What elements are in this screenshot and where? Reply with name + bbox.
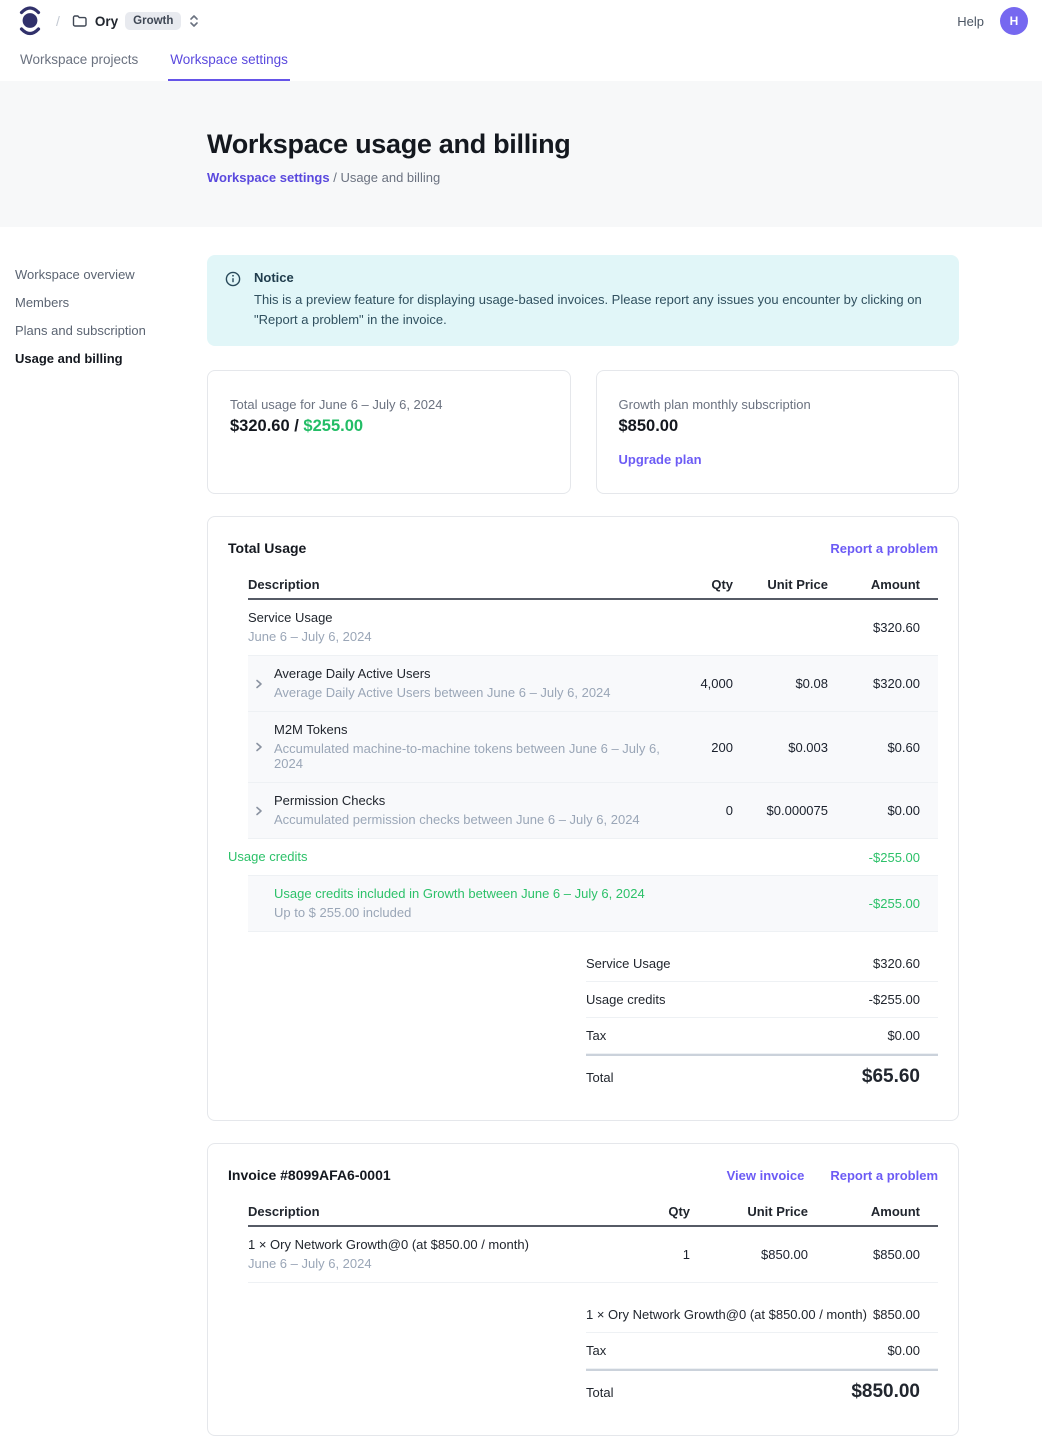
table-row-usage-credits: Usage credits -$255.00 (248, 839, 938, 876)
notice-body: This is a preview feature for displaying… (254, 290, 941, 330)
workspace-switcher-chevrons-icon (188, 14, 200, 28)
sidebar-item-members[interactable]: Members (15, 289, 207, 317)
amount-cell: $0.00 (846, 803, 938, 818)
amount-cell: $320.00 (846, 676, 938, 691)
table-row-usage-credits-included: Usage credits included in Growth between… (248, 876, 938, 932)
invoice-title: Invoice #8099AFA6-0001 (228, 1167, 391, 1183)
totals-row-tax: Tax $0.00 (586, 1333, 938, 1369)
breadcrumb-settings-link[interactable]: Workspace settings (207, 170, 330, 185)
table-row-average-daily-active-users[interactable]: Average Daily Active Users Average Daily… (248, 656, 938, 712)
plan-badge: Growth (125, 12, 181, 30)
qty-cell: 0 (681, 803, 751, 818)
col-qty: Qty (681, 577, 751, 592)
col-qty: Qty (648, 1204, 708, 1219)
subscription-card: Growth plan monthly subscription $850.00… (596, 370, 960, 494)
amount-cell: $850.00 (826, 1247, 938, 1262)
invoice-table-header: Description Qty Unit Price Amount (248, 1197, 938, 1227)
usage-credit-value: $255.00 (303, 417, 363, 435)
total-usage-card-label: Total usage for June 6 – July 6, 2024 (230, 397, 548, 412)
totals-row-total: Total $850.00 (586, 1369, 938, 1413)
usage-totals: Service Usage $320.60 Usage credits -$25… (586, 946, 938, 1098)
totals-row-subscription: 1 × Ory Network Growth@0 (at $850.00 / m… (586, 1297, 938, 1333)
report-problem-link[interactable]: Report a problem (830, 541, 938, 556)
invoice-totals: 1 × Ory Network Growth@0 (at $850.00 / m… (586, 1297, 938, 1413)
qty-cell: 200 (681, 740, 751, 755)
total-usage-card: Total usage for June 6 – July 6, 2024 $3… (207, 370, 571, 494)
upgrade-plan-link[interactable]: Upgrade plan (619, 452, 702, 467)
table-row-permission-checks[interactable]: Permission Checks Accumulated permission… (248, 783, 938, 839)
breadcrumb-separator: / (56, 13, 60, 29)
qty-cell: 1 (648, 1247, 708, 1262)
col-description: Description (248, 1204, 648, 1219)
total-usage-panel: Total Usage Report a problem Description… (207, 516, 959, 1121)
amount-cell: $320.60 (846, 620, 938, 635)
table-row-m2m-tokens[interactable]: M2M Tokens Accumulated machine-to-machin… (248, 712, 938, 783)
avatar[interactable]: H (1000, 7, 1028, 35)
breadcrumb-current: / Usage and billing (333, 170, 440, 185)
tab-workspace-settings[interactable]: Workspace settings (168, 42, 290, 81)
amount-cell: $0.60 (846, 740, 938, 755)
info-icon (225, 271, 241, 287)
view-invoice-link[interactable]: View invoice (727, 1168, 805, 1183)
report-problem-link[interactable]: Report a problem (830, 1168, 938, 1183)
page-title: Workspace usage and billing (207, 129, 1042, 160)
unit-price-cell: $850.00 (708, 1247, 826, 1262)
col-amount: Amount (826, 1204, 938, 1219)
qty-cell: 4,000 (681, 676, 751, 691)
col-unit-price: Unit Price (708, 1204, 826, 1219)
totals-row-service-usage: Service Usage $320.60 (586, 946, 938, 982)
totals-row-total: Total $65.60 (586, 1054, 938, 1098)
totals-row-usage-credits: Usage credits -$255.00 (586, 982, 938, 1018)
workspace-switcher[interactable]: Ory Growth (72, 12, 201, 30)
ory-logo-icon[interactable] (18, 6, 42, 36)
workspace-tabs: Workspace projects Workspace settings (0, 42, 1042, 81)
unit-price-cell: $0.000075 (751, 803, 846, 818)
chevron-right-icon[interactable] (253, 678, 265, 690)
total-usage-card-value: $320.60 / $255.00 (230, 417, 548, 436)
settings-sidebar: Workspace overview Members Plans and sub… (0, 255, 207, 1452)
notice-title: Notice (254, 270, 941, 285)
chevron-right-icon[interactable] (253, 805, 265, 817)
col-unit-price: Unit Price (751, 577, 846, 592)
invoice-panel: Invoice #8099AFA6-0001 View invoice Repo… (207, 1143, 959, 1436)
sidebar-item-workspace-overview[interactable]: Workspace overview (15, 261, 207, 289)
col-amount: Amount (846, 577, 938, 592)
chevron-right-icon[interactable] (253, 741, 265, 753)
help-link[interactable]: Help (957, 14, 984, 29)
totals-row-tax: Tax $0.00 (586, 1018, 938, 1054)
sidebar-item-plans-and-subscription[interactable]: Plans and subscription (15, 317, 207, 345)
subscription-card-label: Growth plan monthly subscription (619, 397, 937, 412)
preview-notice: Notice This is a preview feature for dis… (207, 255, 959, 346)
usage-table-header: Description Qty Unit Price Amount (248, 570, 938, 600)
usage-panel-title: Total Usage (228, 540, 306, 556)
folder-icon (72, 13, 88, 29)
breadcrumb: Workspace settings / Usage and billing (207, 170, 1042, 185)
amount-cell: -$255.00 (846, 896, 938, 911)
subscription-card-value: $850.00 (619, 417, 937, 436)
workspace-name: Ory (95, 14, 118, 29)
unit-price-cell: $0.003 (751, 740, 846, 755)
sidebar-item-usage-and-billing[interactable]: Usage and billing (15, 345, 207, 373)
table-row-service-usage: Service Usage June 6 – July 6, 2024 $320… (248, 600, 938, 656)
table-row-growth-subscription: 1 × Ory Network Growth@0 (at $850.00 / m… (248, 1227, 938, 1283)
tab-workspace-projects[interactable]: Workspace projects (18, 42, 140, 81)
amount-cell: -$255.00 (846, 850, 938, 865)
main-content: Notice This is a preview feature for dis… (207, 255, 959, 1452)
top-bar: / Ory Growth Help H (0, 0, 1042, 42)
page-header: Workspace usage and billing Workspace se… (0, 81, 1042, 227)
unit-price-cell: $0.08 (751, 676, 846, 691)
col-description: Description (248, 577, 681, 592)
